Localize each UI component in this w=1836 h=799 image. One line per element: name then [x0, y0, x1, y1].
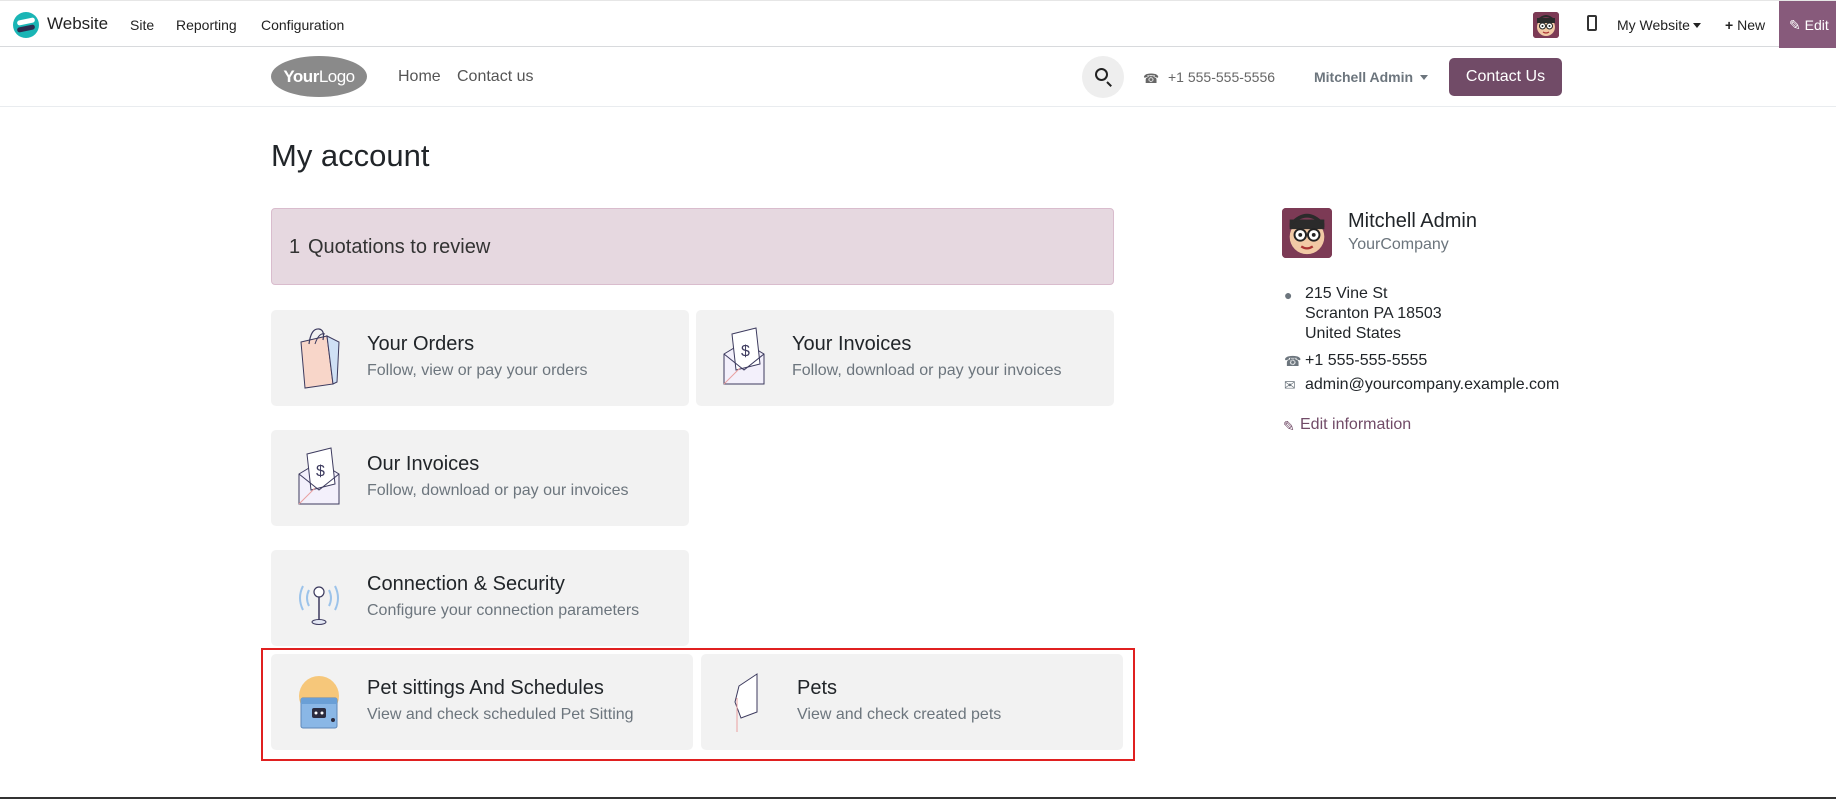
website-selector-label: My Website: [1617, 17, 1690, 33]
new-button[interactable]: + New: [1725, 17, 1765, 33]
map-marker-icon: ●: [1284, 287, 1293, 303]
user-menu[interactable]: Mitchell Admin: [1314, 69, 1429, 85]
website-header: YourLogo Home Contact us ☎ +1 555-555-55…: [0, 47, 1836, 107]
antenna-icon: [299, 585, 339, 625]
card-title: Our Invoices: [367, 453, 480, 475]
address-line-2: Scranton PA 18503: [1305, 305, 1442, 322]
profile-name: Mitchell Admin: [1348, 210, 1477, 232]
quotations-count: 1: [289, 236, 301, 258]
profile-company: YourCompany: [1348, 236, 1449, 253]
card-title: Your Invoices: [792, 333, 912, 355]
header-phone[interactable]: +1 555-555-5556: [1168, 69, 1275, 85]
card-connection-security[interactable]: Connection & Security Configure your con…: [271, 550, 689, 646]
profile-email: admin@yourcompany.example.com: [1305, 376, 1560, 393]
phone-icon: ☎: [1284, 353, 1302, 369]
menu-configuration[interactable]: Configuration: [261, 17, 344, 33]
card-subtitle: Follow, download or pay your invoices: [792, 362, 1062, 379]
highlight-annotation-box: [261, 648, 1135, 761]
chevron-down-icon: [1692, 23, 1701, 28]
edit-button[interactable]: ✎ Edit: [1779, 1, 1836, 48]
website-selector[interactable]: My Website: [1617, 17, 1701, 33]
nav-home[interactable]: Home: [398, 68, 441, 86]
company-logo[interactable]: YourLogo: [271, 56, 367, 97]
card-subtitle: Follow, download or pay our invoices: [367, 482, 629, 499]
pencil-icon: ✎: [1283, 418, 1295, 434]
user-menu-label: Mitchell Admin: [1314, 69, 1414, 85]
card-subtitle: Configure your connection parameters: [367, 602, 640, 619]
nav-contact-us[interactable]: Contact us: [457, 68, 533, 86]
menu-reporting[interactable]: Reporting: [176, 17, 237, 33]
new-label: New: [1737, 17, 1766, 33]
card-your-orders[interactable]: Your Orders Follow, view or pay your ord…: [271, 310, 689, 406]
envelope-icon: ✉: [1284, 377, 1296, 393]
app-name[interactable]: Website: [47, 14, 108, 34]
profile-phone: +1 555-555-5555: [1305, 352, 1428, 369]
logo-text-bold: Your: [283, 67, 319, 86]
invoice-envelope-icon: $: [723, 327, 765, 385]
user-avatar[interactable]: [1533, 12, 1559, 38]
address-line-3: United States: [1305, 325, 1402, 342]
odoo-top-bar: Website Site Reporting Configuration My …: [0, 0, 1836, 48]
page-title: My account: [271, 138, 430, 173]
phone-icon: ☎: [1143, 71, 1160, 86]
profile-avatar: [1282, 208, 1332, 258]
edit-information-link[interactable]: Edit information: [1300, 416, 1411, 434]
pencil-icon: ✎: [1789, 17, 1801, 33]
card-title: Connection & Security: [367, 573, 565, 595]
shopping-bag-icon: [300, 328, 340, 389]
plus-icon: +: [1725, 17, 1734, 33]
card-title: Your Orders: [367, 333, 475, 355]
search-icon-handle: [1106, 81, 1112, 87]
card-your-invoices[interactable]: $ Your Invoices Follow, download or pay …: [696, 310, 1114, 406]
svg-text:$: $: [741, 343, 750, 360]
mobile-preview-icon[interactable]: [1587, 15, 1597, 31]
search-icon: [1095, 68, 1108, 81]
svg-text:$: $: [316, 463, 325, 480]
quotations-label: Quotations to review: [308, 236, 491, 258]
menu-site[interactable]: Site: [130, 17, 154, 33]
card-subtitle: Follow, view or pay your orders: [367, 362, 588, 379]
contact-us-button[interactable]: Contact Us: [1449, 58, 1562, 96]
address-line-1: 215 Vine St: [1305, 285, 1388, 302]
logo-text-light: Logo: [318, 67, 355, 86]
chevron-down-icon: [1420, 75, 1429, 80]
search-button[interactable]: [1082, 56, 1124, 98]
invoice-envelope-icon: $: [298, 447, 340, 505]
quotations-alert[interactable]: 1 Quotations to review: [271, 208, 1114, 285]
card-our-invoices[interactable]: $ Our Invoices Follow, download or pay o…: [271, 430, 689, 526]
edit-label: Edit: [1804, 17, 1829, 33]
odoo-website-app-icon[interactable]: [13, 12, 39, 38]
